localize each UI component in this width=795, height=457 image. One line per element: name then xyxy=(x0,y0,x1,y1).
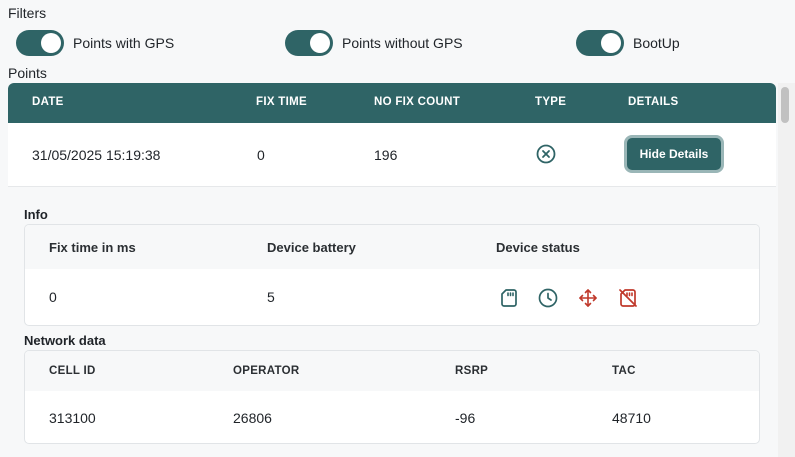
points-label: Points xyxy=(8,65,47,81)
circle-x-icon xyxy=(536,144,556,164)
row-no-fix-count: 196 xyxy=(374,147,398,163)
row-fix-time: 0 xyxy=(257,147,265,163)
table-header: DATE FIX TIME NO FIX COUNT TYPE DETAILS xyxy=(8,83,776,123)
info-column-battery: Device battery xyxy=(267,240,356,255)
clock-icon xyxy=(538,288,558,308)
hide-details-button[interactable]: Hide Details xyxy=(624,135,724,173)
toggle-knob xyxy=(601,33,621,53)
column-header-details: DETAILS xyxy=(628,96,679,108)
toggle-knob xyxy=(41,33,61,53)
toggle-label: Points without GPS xyxy=(342,35,463,51)
info-column-status: Device status xyxy=(496,240,580,255)
move-arrows-icon xyxy=(579,289,597,307)
column-header-fix-time[interactable]: FIX TIME xyxy=(256,96,307,108)
filters-label: Filters xyxy=(8,5,47,21)
network-column-rsrp: RSRP xyxy=(455,365,489,377)
toggle-switch[interactable] xyxy=(16,30,64,56)
info-battery-value: 5 xyxy=(267,289,275,305)
network-header: CELL ID OPERATOR RSRP TAC xyxy=(25,351,759,391)
scrollbar-thumb[interactable] xyxy=(781,87,789,123)
sd-card-off-icon xyxy=(619,289,637,307)
info-heading: Info xyxy=(24,207,48,222)
toggle-bootup[interactable]: BootUp xyxy=(576,30,680,56)
network-column-cell-id: CELL ID xyxy=(49,365,96,377)
toggle-switch[interactable] xyxy=(576,30,624,56)
scrollbar[interactable] xyxy=(778,83,795,457)
row-date: 31/05/2025 15:19:38 xyxy=(32,147,161,163)
info-header: Fix time in ms Device battery Device sta… xyxy=(25,225,759,269)
network-column-tac: TAC xyxy=(612,365,636,377)
toggle-knob xyxy=(310,33,330,53)
info-card: Fix time in ms Device battery Device sta… xyxy=(24,224,760,326)
points-table: DATE FIX TIME NO FIX COUNT TYPE DETAILS … xyxy=(8,83,776,187)
network-column-operator: OPERATOR xyxy=(233,365,300,377)
sd-card-icon xyxy=(501,289,517,307)
column-header-type[interactable]: TYPE xyxy=(535,96,566,108)
network-rsrp-value: -96 xyxy=(455,410,476,426)
toggle-label: BootUp xyxy=(633,35,680,51)
toggle-switch[interactable] xyxy=(285,30,333,56)
toggle-points-without-gps[interactable]: Points without GPS xyxy=(285,30,463,56)
network-heading: Network data xyxy=(24,333,106,348)
network-row: 313100 26806 -96 48710 xyxy=(25,391,759,443)
info-row: 0 5 xyxy=(25,269,759,325)
column-header-no-fix-count[interactable]: NO FIX COUNT xyxy=(374,96,460,108)
network-operator-value: 26806 xyxy=(233,410,272,426)
network-tac-value: 48710 xyxy=(612,410,651,426)
toggle-label: Points with GPS xyxy=(73,35,175,51)
info-column-fix-time: Fix time in ms xyxy=(49,240,136,255)
info-fix-time-value: 0 xyxy=(49,289,57,305)
column-header-date[interactable]: DATE xyxy=(32,96,64,108)
network-card: CELL ID OPERATOR RSRP TAC 313100 26806 -… xyxy=(24,350,760,444)
network-cell-id-value: 313100 xyxy=(49,410,96,426)
toggle-points-with-gps[interactable]: Points with GPS xyxy=(16,30,174,56)
table-row[interactable]: 31/05/2025 15:19:38 0 196 Hide Details xyxy=(8,123,776,187)
